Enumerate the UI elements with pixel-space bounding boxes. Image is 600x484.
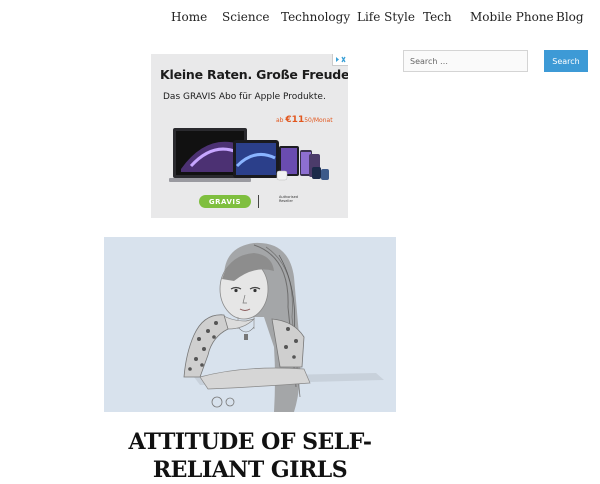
ad-divider [258, 195, 259, 208]
gravis-logo: GRAVIS [199, 195, 251, 208]
nav-item-blog[interactable]: Blog [556, 10, 584, 24]
ad-price-prefix: ab [276, 117, 284, 124]
nav-item-home[interactable]: Home [171, 10, 207, 24]
search-button[interactable]: Search [544, 50, 588, 72]
nav-item-technology[interactable]: Technology [281, 10, 350, 24]
ad-price-value: €11 [285, 115, 305, 125]
search-input[interactable] [403, 50, 528, 72]
advertisement-banner[interactable]: Kleine Raten. Große Freude. Das GRAVIS A… [151, 54, 348, 218]
nav-item-life-style[interactable]: Life Style [357, 10, 415, 24]
gravis-logo-text: GRAVIS [208, 197, 242, 206]
post-title[interactable]: ATTITUDE OF SELF-RELIANT GIRLS [104, 428, 396, 484]
ad-subline: Das GRAVIS Abo für Apple Produkte. [163, 92, 326, 102]
nav-item-science[interactable]: Science [222, 10, 269, 24]
ad-price: ab €1150/Monat [276, 115, 333, 125]
main-navigation: Home Science Technology Life Style Tech … [0, 0, 600, 34]
nav-item-mobile-phone[interactable]: Mobile Phone [470, 10, 554, 24]
ad-choices-icon[interactable] [332, 54, 348, 66]
post-featured-image[interactable] [104, 237, 396, 412]
authorized-reseller-label: Authorised Reseller [279, 195, 298, 203]
ad-price-suffix: 50/Monat [304, 117, 333, 124]
girl-sketch-illustration [104, 237, 396, 412]
ad-headline: Kleine Raten. Große Freude. [160, 67, 348, 82]
nav-item-tech[interactable]: Tech [423, 10, 452, 24]
